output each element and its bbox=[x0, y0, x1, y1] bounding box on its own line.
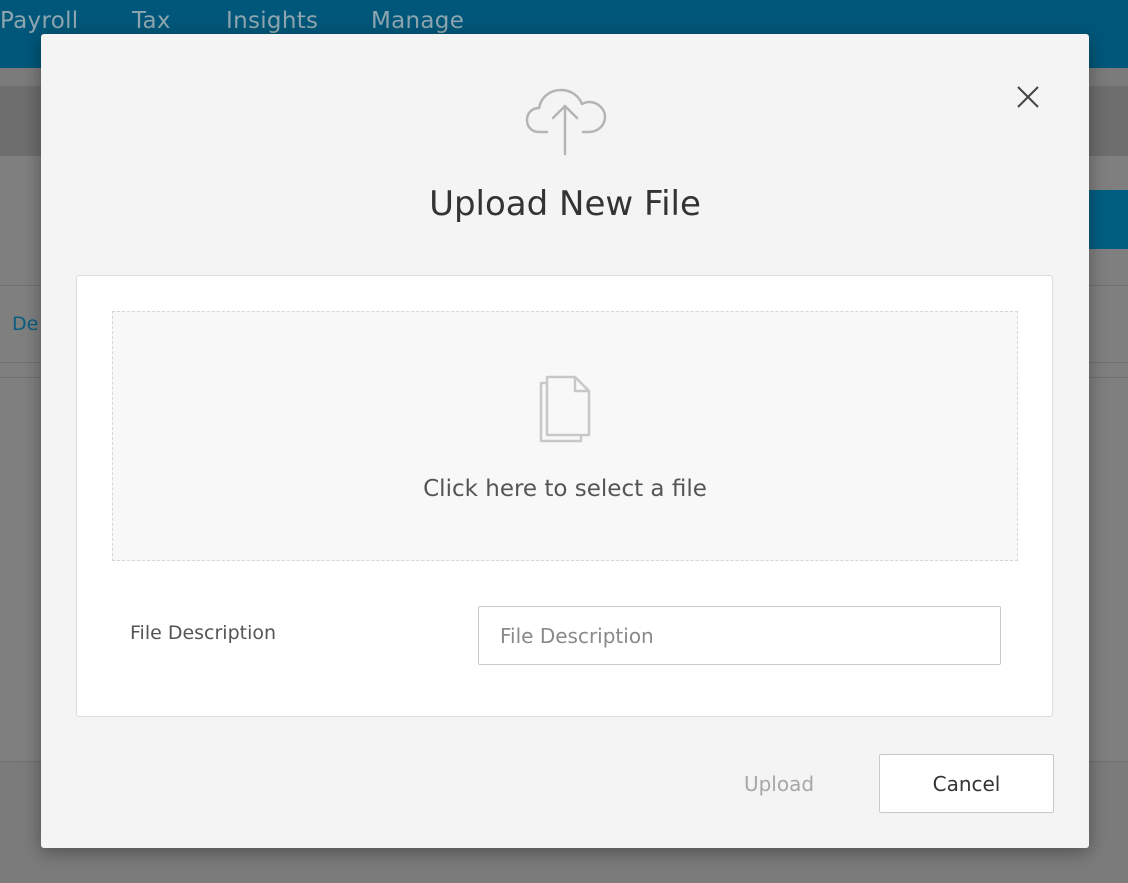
background-link: De bbox=[12, 313, 39, 335]
cloud-upload-icon bbox=[525, 88, 607, 156]
close-icon bbox=[1017, 86, 1039, 108]
nav-item-payroll[interactable]: Payroll bbox=[0, 8, 78, 34]
dropzone-prompt: Click here to select a file bbox=[423, 476, 707, 502]
file-description-label: File Description bbox=[130, 622, 277, 644]
nav-item-manage[interactable]: Manage bbox=[371, 8, 464, 34]
cancel-button[interactable]: Cancel bbox=[879, 754, 1054, 813]
dialog-title: Upload New File bbox=[429, 184, 701, 224]
document-icon bbox=[539, 375, 591, 443]
nav-item-insights[interactable]: Insights bbox=[226, 8, 318, 34]
file-description-input[interactable] bbox=[478, 606, 1001, 665]
file-dropzone[interactable]: Click here to select a file bbox=[112, 311, 1018, 561]
nav-item-tax[interactable]: Tax bbox=[132, 8, 171, 34]
upload-button[interactable]: Upload bbox=[721, 754, 837, 813]
upload-form-card: Click here to select a file File Descrip… bbox=[76, 275, 1053, 717]
upload-file-dialog: Upload New File Click here to select a f… bbox=[41, 34, 1089, 848]
close-button[interactable] bbox=[1013, 82, 1043, 112]
